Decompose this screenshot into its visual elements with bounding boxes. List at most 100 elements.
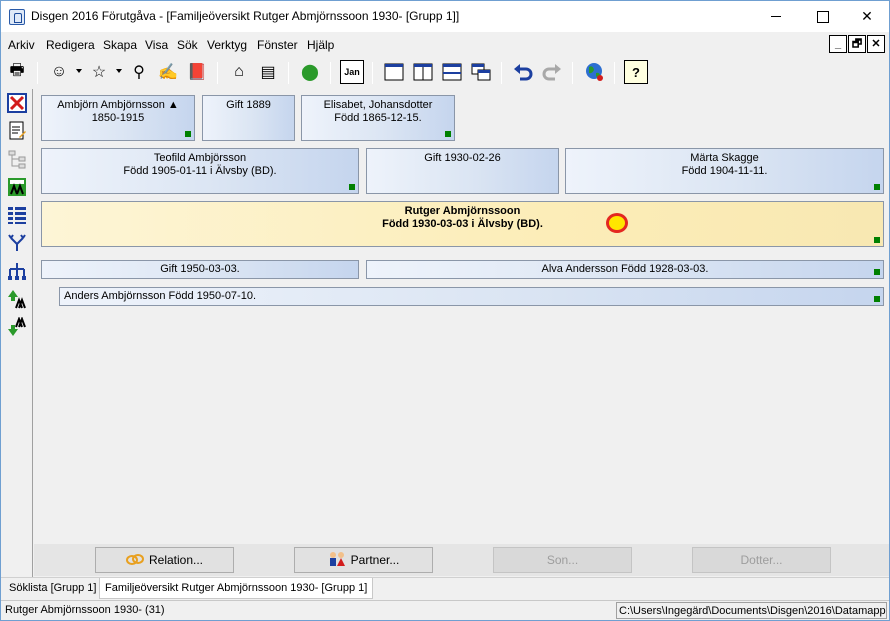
family-chart-icon[interactable] bbox=[6, 176, 28, 198]
father-birth: Född 1905-01-11 i Älvsby (BD). bbox=[123, 165, 277, 177]
tree-disabled-icon bbox=[6, 148, 28, 170]
home-icon[interactable]: ⌂ bbox=[227, 60, 251, 84]
books-icon[interactable]: ▤ bbox=[256, 60, 280, 84]
cascade-icon[interactable] bbox=[469, 60, 493, 84]
father-name: Teofild Ambjörsson bbox=[153, 152, 247, 164]
child-info: Anders Ambjörnsson Född 1950-07-10. bbox=[64, 290, 257, 302]
edit-icon[interactable]: ✍ bbox=[156, 60, 180, 84]
menu-fonster[interactable]: Fönster bbox=[257, 38, 298, 52]
father-card[interactable]: Teofild Ambjörsson Född 1905-01-11 i Älv… bbox=[41, 148, 359, 194]
child-card[interactable]: Anders Ambjörnsson Född 1950-07-10. bbox=[59, 287, 884, 306]
menu-bar: Arkiv Redigera Skapa Visa Sök Verktyg Fö… bbox=[1, 34, 889, 56]
record-marker bbox=[874, 184, 880, 190]
toolbar-separator bbox=[330, 62, 331, 84]
menu-skapa[interactable]: Skapa bbox=[103, 38, 137, 52]
couple-icon bbox=[328, 551, 346, 570]
toolbar-separator bbox=[501, 62, 502, 84]
document-edit-icon[interactable] bbox=[6, 120, 28, 142]
marriage-card[interactable]: Gift 1950-03-03. bbox=[41, 260, 359, 279]
parents-marriage-card[interactable]: Gift 1930-02-26 bbox=[366, 148, 559, 194]
tab-familjeoversikt[interactable]: Familjeöversikt Rutger Abmjörnssoon 1930… bbox=[99, 578, 374, 599]
mdi-close-button[interactable]: ✕ bbox=[867, 35, 885, 53]
daughter-button[interactable]: Dotter... bbox=[692, 547, 831, 573]
title-bar: Disgen 2016 Förutgåva - [Familjeöversikt… bbox=[1, 1, 889, 32]
mother-card[interactable]: Märta Skagge Född 1904-11-11. bbox=[565, 148, 884, 194]
close-button[interactable]: ✕ bbox=[844, 1, 890, 32]
binoculars-icon[interactable]: ⚲ bbox=[127, 60, 151, 84]
window-title: Disgen 2016 Förutgåva - [Familjeöversikt… bbox=[31, 9, 460, 23]
record-marker bbox=[349, 184, 355, 190]
record-marker bbox=[445, 131, 451, 137]
main-person-birth: Född 1930-03-03 i Älvsby (BD). bbox=[382, 218, 543, 230]
son-button[interactable]: Son... bbox=[493, 547, 632, 573]
book-icon[interactable]: 📕 bbox=[185, 60, 209, 84]
person-icon[interactable]: ☺ bbox=[47, 60, 71, 84]
descendant-tree-icon[interactable] bbox=[6, 260, 28, 282]
toolbar-separator bbox=[372, 62, 373, 84]
star-dropdown-icon[interactable] bbox=[116, 69, 122, 73]
main-person-card[interactable]: Rutger Abmjörnssoon Född 1930-03-03 i Äl… bbox=[41, 201, 884, 247]
menu-verktyg[interactable]: Verktyg bbox=[207, 38, 247, 52]
toolbar-separator bbox=[288, 62, 289, 84]
grandmother-card[interactable]: Elisabet, Johansdotter Född 1865-12-15. bbox=[301, 95, 455, 141]
menu-arkiv[interactable]: Arkiv bbox=[8, 38, 35, 52]
mother-name: Märta Skagge bbox=[690, 152, 759, 164]
status-person: Rutger Abmjörnssoon 1930- (31) bbox=[5, 604, 165, 616]
undo-icon[interactable] bbox=[511, 60, 535, 84]
grandparents-marriage-card[interactable]: Gift 1889 bbox=[202, 95, 295, 141]
tab-soklista[interactable]: Söklista [Grupp 1] bbox=[4, 578, 101, 599]
list-view-icon[interactable] bbox=[6, 204, 28, 226]
split-horizontal-icon[interactable] bbox=[440, 60, 464, 84]
son-label: Son... bbox=[546, 553, 579, 567]
calendar-icon[interactable]: Jan bbox=[340, 60, 364, 84]
partner-button[interactable]: Partner... bbox=[294, 547, 433, 573]
go-up-icon[interactable] bbox=[6, 288, 28, 310]
toolbar-separator bbox=[37, 62, 38, 84]
person-dropdown-icon[interactable] bbox=[76, 69, 82, 73]
parents-marriage: Gift 1930-02-26 bbox=[424, 152, 501, 164]
status-path: C:\Users\Ingegärd\Documents\Disgen\2016\… bbox=[616, 602, 887, 619]
delete-icon[interactable] bbox=[6, 92, 28, 114]
toolbar: 🖶 ☺ ☆ ⚲ ✍ 📕 ⌂ ▤ ⬤ Jan ? bbox=[1, 58, 889, 88]
map-icon[interactable]: ⬤ bbox=[298, 60, 322, 84]
toolbar-separator bbox=[217, 62, 218, 84]
mdi-minimize-button[interactable]: _ bbox=[829, 35, 847, 53]
record-marker bbox=[185, 131, 191, 137]
grandfather-card[interactable]: Ambjörn Ambjörnsson ▲ 1850-1915 bbox=[41, 95, 195, 141]
daughter-label: Dotter... bbox=[740, 553, 783, 567]
split-vertical-icon[interactable] bbox=[411, 60, 435, 84]
status-bar: Rutger Abmjörnssoon 1930- (31) C:\Users\… bbox=[1, 600, 889, 620]
grandfather-name: Ambjörn Ambjörnsson ▲ bbox=[57, 99, 179, 111]
minimize-button[interactable] bbox=[753, 1, 799, 32]
toolbar-separator bbox=[572, 62, 573, 84]
print-icon[interactable]: 🖶 bbox=[5, 60, 29, 84]
mdi-restore-button[interactable]: 🗗 bbox=[848, 35, 866, 53]
single-pane-icon[interactable] bbox=[382, 60, 406, 84]
left-toolbar bbox=[1, 89, 33, 577]
rings-icon bbox=[125, 552, 144, 569]
spouse-card[interactable]: Alva Andersson Född 1928-03-03. bbox=[366, 260, 884, 279]
menu-visa[interactable]: Visa bbox=[145, 38, 168, 52]
relation-button[interactable]: Relation... bbox=[95, 547, 234, 573]
mdi-controls: _ 🗗 ✕ bbox=[828, 35, 885, 53]
ancestor-tree-icon[interactable] bbox=[6, 232, 28, 254]
star-person-icon[interactable]: ☆ bbox=[87, 60, 111, 84]
app-icon[interactable] bbox=[9, 9, 25, 25]
main-person-name: Rutger Abmjörnssoon bbox=[404, 205, 521, 217]
maximize-button[interactable] bbox=[799, 1, 845, 32]
globe-icon[interactable] bbox=[582, 60, 606, 84]
grandmother-name: Elisabet, Johansdotter bbox=[323, 99, 433, 111]
marriage-date: Gift 1950-03-03. bbox=[160, 263, 240, 275]
go-down-icon[interactable] bbox=[6, 316, 28, 338]
record-marker bbox=[874, 296, 880, 302]
menu-hjalp[interactable]: Hjälp bbox=[307, 38, 334, 52]
redo-icon bbox=[540, 60, 564, 84]
family-overview: Ambjörn Ambjörnsson ▲ 1850-1915 Gift 188… bbox=[34, 89, 889, 577]
menu-redigera[interactable]: Redigera bbox=[46, 38, 95, 52]
toolbar-separator bbox=[614, 62, 615, 84]
menu-sok[interactable]: Sök bbox=[177, 38, 198, 52]
record-marker bbox=[874, 237, 880, 243]
action-bar: Relation... Partner... Son... Dotter... bbox=[34, 544, 889, 576]
window-tabs: Söklista [Grupp 1] Familjeöversikt Rutge… bbox=[1, 577, 889, 599]
help-icon[interactable]: ? bbox=[624, 60, 648, 84]
